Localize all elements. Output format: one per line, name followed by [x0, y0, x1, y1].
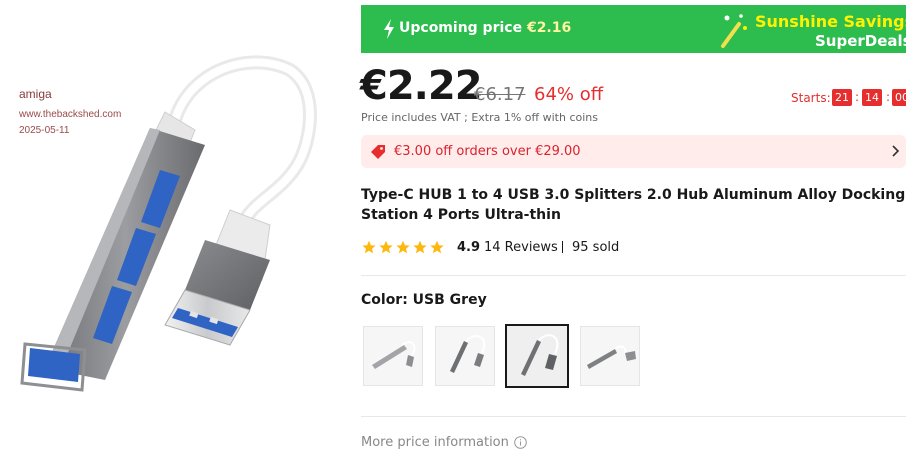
promo-banner[interactable]: Upcoming price €2.16 Sunshine Savings Su…: [361, 5, 906, 53]
campaign-subtitle: SuperDeals: [815, 32, 906, 50]
coupon-text: €3.00 off orders over €29.00: [394, 144, 581, 159]
upcoming-price-value: €2.16: [526, 20, 572, 36]
divider: [361, 416, 906, 417]
star-icon: [413, 240, 427, 254]
info-icon[interactable]: [514, 436, 527, 449]
countdown-separator: :: [886, 90, 891, 104]
lightning-icon: [384, 19, 394, 39]
color-swatch-1[interactable]: [363, 326, 423, 386]
countdown-label: Starts:: [791, 91, 831, 105]
star-icon: [362, 240, 376, 254]
chevron-right-icon: [892, 145, 900, 157]
countdown-minutes: 14: [862, 89, 882, 106]
sold-count: 95 sold: [572, 240, 620, 255]
reviews-link[interactable]: 14 Reviews: [484, 240, 558, 255]
star-icon: [379, 240, 393, 254]
vat-note: Price includes VAT ; Extra 1% off with c…: [361, 111, 598, 124]
discount-percent: 64% off: [534, 84, 604, 105]
countdown-seconds: 00: [892, 89, 906, 106]
campaign-title: Sunshine Savings: [755, 12, 906, 31]
star-icon: [430, 240, 444, 254]
divider: [361, 275, 906, 276]
rating-value: 4.9: [457, 240, 481, 255]
coupon-bar[interactable]: €3.00 off orders over €29.00: [361, 135, 906, 168]
rating-stars: [362, 240, 444, 254]
upcoming-price-label: Upcoming price €2.16: [399, 20, 572, 36]
color-swatch-4[interactable]: [580, 326, 640, 386]
star-icon: [396, 240, 410, 254]
current-price: €2.22: [360, 63, 483, 109]
countdown-separator: :: [855, 90, 860, 104]
color-label: Color: USB Grey: [361, 292, 487, 308]
color-swatch-3-selected[interactable]: [505, 324, 569, 388]
product-image[interactable]: [0, 50, 345, 430]
more-price-info-link[interactable]: More price information: [361, 435, 509, 450]
wand-icon: [721, 14, 747, 48]
original-price: €6.17: [474, 84, 526, 105]
product-title: Type-C HUB 1 to 4 USB 3.0 Splitters 2.0 …: [361, 187, 906, 223]
tag-icon: [371, 145, 385, 159]
divider: [562, 241, 563, 253]
countdown-hours: 21: [832, 89, 852, 106]
color-swatch-2[interactable]: [435, 326, 495, 386]
